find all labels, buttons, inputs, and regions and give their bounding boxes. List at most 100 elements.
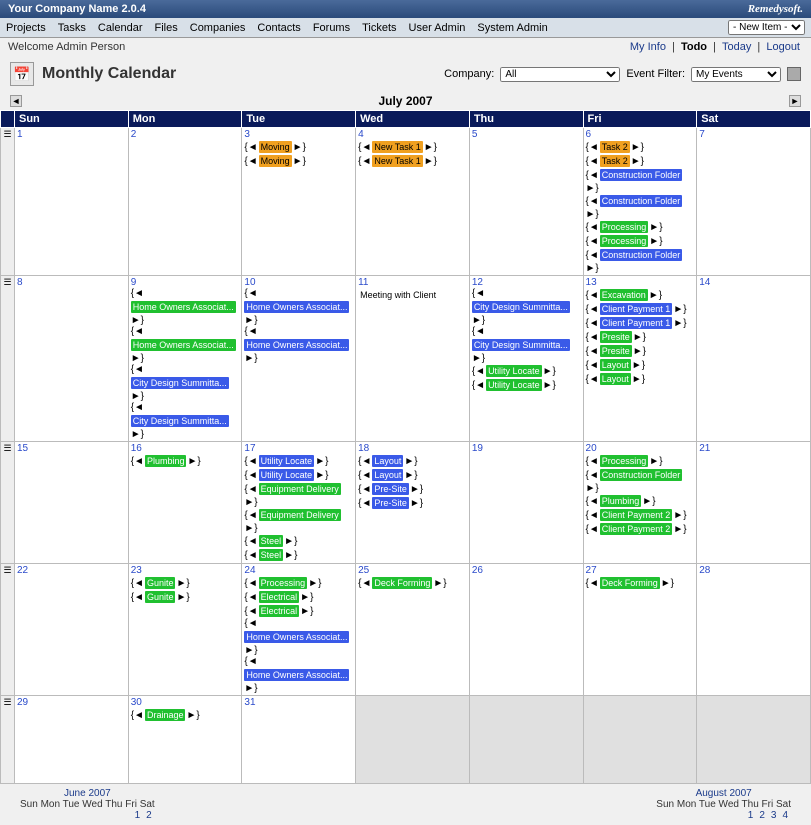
day-cell[interactable]: 3{◄Moving►}{◄Moving►} (242, 128, 356, 276)
day-cell[interactable] (697, 696, 811, 784)
event-chip[interactable]: Plumbing (145, 455, 187, 467)
day-cell[interactable]: 18{◄Layout►}{◄Layout►}{◄Pre-Site►}{◄Pre-… (356, 442, 470, 564)
event-chip[interactable]: Home Owners Associat... (244, 631, 349, 643)
menu-useradmin[interactable]: User Admin (409, 22, 466, 34)
day-cell[interactable]: 9{◄Home Owners Associat...►}{◄Home Owner… (128, 276, 242, 442)
event-chip[interactable]: Layout (600, 373, 631, 385)
event-chip[interactable]: Moving (259, 141, 292, 153)
mini-day-link[interactable]: 1 (748, 810, 754, 821)
event-chip[interactable]: New Task 1 (372, 141, 422, 153)
menu-forums[interactable]: Forums (313, 22, 350, 34)
event-chip[interactable]: City Design Summitta... (131, 377, 229, 389)
day-cell[interactable]: 8 (15, 276, 129, 442)
day-cell[interactable]: 15 (15, 442, 129, 564)
link-myinfo[interactable]: My Info (630, 41, 666, 53)
event-chip[interactable]: Task 2 (600, 141, 630, 153)
week-icon[interactable]: ☰ (1, 128, 15, 276)
day-cell[interactable]: 2 (128, 128, 242, 276)
event-chip[interactable]: Utility Locate (259, 455, 315, 467)
link-logout[interactable]: Logout (766, 41, 800, 53)
day-cell[interactable]: 26 (469, 564, 583, 696)
event-chip[interactable]: Plumbing (600, 495, 642, 507)
event-chip[interactable]: Processing (600, 235, 649, 247)
eventfilter-select[interactable]: My Events (691, 67, 781, 82)
event-chip[interactable]: Equipment Delivery (259, 483, 341, 495)
day-cell[interactable] (469, 696, 583, 784)
event-chip[interactable]: City Design Summitta... (472, 339, 570, 351)
day-cell[interactable]: 1 (15, 128, 129, 276)
event-chip[interactable]: Drainage (145, 709, 186, 721)
event-chip[interactable]: Client Payment 2 (600, 509, 673, 521)
day-cell[interactable]: 31 (242, 696, 356, 784)
event-chip[interactable]: Layout (600, 359, 631, 371)
day-cell[interactable]: 23{◄Gunite►}{◄Gunite►} (128, 564, 242, 696)
day-cell[interactable]: 4{◄New Task 1►}{◄New Task 1►} (356, 128, 470, 276)
gear-icon[interactable] (787, 67, 801, 81)
day-cell[interactable]: 7 (697, 128, 811, 276)
link-todo[interactable]: Todo (681, 41, 707, 53)
event-chip[interactable]: Task 2 (600, 155, 630, 167)
day-cell[interactable]: 28 (697, 564, 811, 696)
mini-day-link[interactable]: 2 (146, 810, 152, 821)
day-cell[interactable]: 27{◄Deck Forming►} (583, 564, 697, 696)
event-chip[interactable]: Construction Folder (600, 469, 683, 481)
event-chip[interactable]: Deck Forming (600, 577, 660, 589)
event-chip[interactable]: New Task 1 (372, 155, 422, 167)
menu-projects[interactable]: Projects (6, 22, 46, 34)
week-icon[interactable]: ☰ (1, 564, 15, 696)
event-chip[interactable]: Client Payment 1 (600, 303, 673, 315)
event-chip[interactable]: Home Owners Associat... (244, 339, 349, 351)
event-chip[interactable]: Presite (600, 345, 632, 357)
prev-month-icon[interactable]: ◄ (10, 95, 22, 107)
event-chip[interactable]: Processing (259, 577, 308, 589)
day-cell[interactable]: 5 (469, 128, 583, 276)
event-chip[interactable]: Client Payment 1 (600, 317, 673, 329)
event-chip[interactable]: Utility Locate (259, 469, 315, 481)
day-cell[interactable]: 6{◄Task 2►}{◄Task 2►}{◄Construction Fold… (583, 128, 697, 276)
day-cell[interactable]: 25{◄Deck Forming►} (356, 564, 470, 696)
day-cell[interactable]: 14 (697, 276, 811, 442)
day-cell[interactable]: 12{◄City Design Summitta...►}{◄City Desi… (469, 276, 583, 442)
event-chip[interactable]: Gunite (145, 591, 176, 603)
event-chip[interactable]: Utility Locate (486, 365, 542, 377)
menu-contacts[interactable]: Contacts (257, 22, 300, 34)
mini-day-link[interactable]: 1 (135, 810, 141, 821)
event-chip[interactable]: Excavation (600, 289, 648, 301)
day-cell[interactable]: 21 (697, 442, 811, 564)
day-cell[interactable]: 29 (15, 696, 129, 784)
week-icon[interactable]: ☰ (1, 442, 15, 564)
event-chip[interactable]: Construction Folder (600, 249, 683, 261)
event-chip[interactable]: Construction Folder (600, 169, 683, 181)
event-chip[interactable]: Deck Forming (372, 577, 432, 589)
event-chip[interactable]: Equipment Delivery (259, 509, 341, 521)
mini-day-link[interactable]: 2 (759, 810, 765, 821)
event-chip[interactable]: Home Owners Associat... (131, 339, 236, 351)
day-cell[interactable]: 13{◄Excavation►}{◄Client Payment 1►}{◄Cl… (583, 276, 697, 442)
day-cell[interactable]: 16{◄Plumbing►} (128, 442, 242, 564)
mini-day-link[interactable]: 4 (782, 810, 788, 821)
menu-tickets[interactable]: Tickets (362, 22, 396, 34)
event-chip[interactable]: Layout (372, 469, 403, 481)
day-cell[interactable]: 30{◄Drainage►} (128, 696, 242, 784)
day-cell[interactable]: 24{◄Processing►}{◄Electrical►}{◄Electric… (242, 564, 356, 696)
day-cell[interactable]: 19 (469, 442, 583, 564)
event-chip[interactable]: Layout (372, 455, 403, 467)
event-chip[interactable]: Moving (259, 155, 292, 167)
menu-calendar[interactable]: Calendar (98, 22, 143, 34)
menu-companies[interactable]: Companies (190, 22, 246, 34)
company-select[interactable]: All (500, 67, 620, 82)
day-cell[interactable]: 22 (15, 564, 129, 696)
new-item-select[interactable]: - New Item - (728, 20, 805, 35)
week-icon[interactable]: ☰ (1, 276, 15, 442)
event-chip[interactable]: Pre-Site (372, 483, 409, 495)
menu-files[interactable]: Files (155, 22, 178, 34)
next-month-icon[interactable]: ► (789, 95, 801, 107)
link-today[interactable]: Today (722, 41, 751, 53)
event-chip[interactable]: Presite (600, 331, 632, 343)
day-cell[interactable]: 10{◄Home Owners Associat...►}{◄Home Owne… (242, 276, 356, 442)
mini-prev[interactable]: June 2007 Sun Mon Tue Wed Thu Fri Sat 12 (20, 788, 155, 821)
event-chip[interactable]: Electrical (259, 605, 300, 617)
event-chip[interactable]: Home Owners Associat... (244, 301, 349, 313)
week-icon[interactable]: ☰ (1, 696, 15, 784)
event-chip[interactable]: Home Owners Associat... (131, 301, 236, 313)
